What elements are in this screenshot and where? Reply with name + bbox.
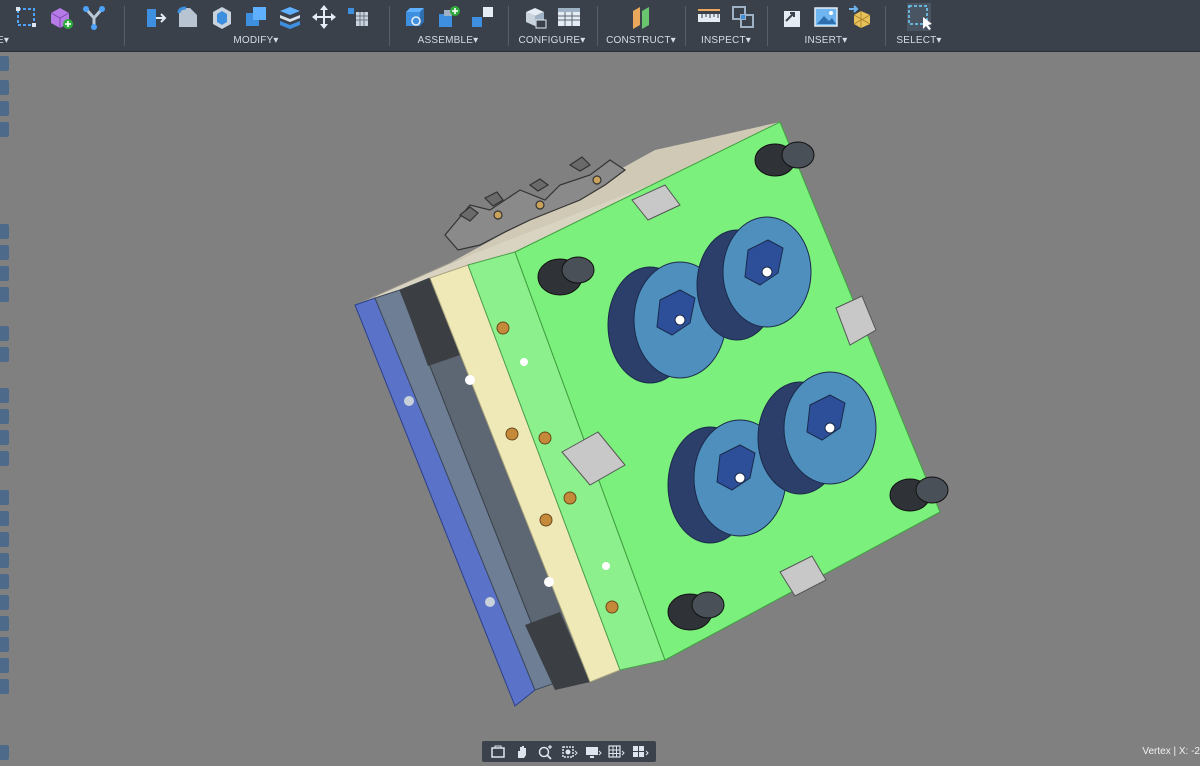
- 3d-viewport[interactable]: [10, 52, 1200, 766]
- shell-icon[interactable]: [208, 3, 236, 31]
- offset-plane-icon[interactable]: [627, 3, 655, 31]
- toolbar-separator: [885, 6, 886, 46]
- new-component-icon[interactable]: [400, 3, 428, 31]
- grid-icon[interactable]: [607, 744, 626, 760]
- browser-tab[interactable]: [0, 56, 9, 71]
- toolbar-separator: [389, 6, 390, 46]
- browser-tab[interactable]: [0, 388, 9, 403]
- browser-tab[interactable]: [0, 122, 9, 137]
- sketch-rectangle-icon[interactable]: [12, 3, 40, 31]
- toolbar-group-insert: INSERT▾: [771, 0, 881, 51]
- browser-tab[interactable]: [0, 616, 9, 631]
- fillet-icon[interactable]: [174, 3, 202, 31]
- configure-icon[interactable]: [521, 3, 549, 31]
- align-icon[interactable]: [344, 3, 372, 31]
- browser-tab[interactable]: [0, 745, 9, 760]
- create-form-icon[interactable]: [46, 3, 74, 31]
- browser-tab[interactable]: [0, 490, 9, 505]
- mold-assembly-model[interactable]: [10, 52, 1200, 766]
- toolbar-group-modify: MODIFY▾: [128, 0, 384, 51]
- browser-tab[interactable]: [0, 451, 9, 466]
- browser-tab[interactable]: [0, 101, 9, 116]
- toolbar-group-assemble: ASSEMBLE▾: [393, 0, 503, 51]
- select-menu[interactable]: SELECT▾: [889, 35, 949, 46]
- press-pull-icon[interactable]: [140, 3, 168, 31]
- browser-tab[interactable]: [0, 80, 9, 95]
- move-icon[interactable]: [310, 3, 338, 31]
- toolbar-separator: [508, 6, 509, 46]
- pan-icon[interactable]: [513, 744, 531, 760]
- toolbar-group-create: E▾: [0, 0, 120, 51]
- browser-tab[interactable]: [0, 224, 9, 239]
- assemble-menu[interactable]: ASSEMBLE▾: [393, 35, 503, 46]
- browser-tab[interactable]: [0, 658, 9, 673]
- toolbar-group-configure: CONFIGURE▾: [512, 0, 592, 51]
- browser-tab[interactable]: [0, 532, 9, 547]
- configure-menu[interactable]: CONFIGURE▾: [512, 35, 592, 46]
- toolbar-group-select: SELECT▾: [889, 0, 949, 51]
- browser-panel-edge: [0, 0, 10, 766]
- fit-icon[interactable]: [560, 744, 578, 760]
- browser-tab[interactable]: [0, 511, 9, 526]
- browser-tab[interactable]: [0, 409, 9, 424]
- split-body-icon[interactable]: [276, 3, 304, 31]
- browser-tab[interactable]: [0, 595, 9, 610]
- browser-tab[interactable]: [0, 245, 9, 260]
- measure-icon[interactable]: [695, 3, 723, 31]
- browser-tab[interactable]: [0, 553, 9, 568]
- insert-derive-icon[interactable]: [778, 3, 806, 31]
- inspect-menu[interactable]: INSPECT▾: [689, 35, 763, 46]
- browser-tab[interactable]: [0, 574, 9, 589]
- browser-tab[interactable]: [0, 326, 9, 341]
- insert-image-icon[interactable]: [812, 3, 840, 31]
- display-settings-icon[interactable]: [584, 744, 602, 760]
- viewports-icon[interactable]: [631, 744, 649, 760]
- insert-mesh-icon[interactable]: [846, 3, 874, 31]
- insert-menu[interactable]: INSERT▾: [771, 35, 881, 46]
- select-window-icon[interactable]: [905, 3, 933, 31]
- interference-icon[interactable]: [729, 3, 757, 31]
- orbit-icon[interactable]: [489, 744, 507, 760]
- toolbar-separator: [124, 6, 125, 46]
- zoom-icon[interactable]: [536, 744, 554, 760]
- toolbar-separator: [597, 6, 598, 46]
- browser-tab[interactable]: [0, 347, 9, 362]
- toolbar-separator: [767, 6, 768, 46]
- create-label[interactable]: E▾: [0, 35, 120, 46]
- construct-menu[interactable]: CONSTRUCT▾: [601, 35, 681, 46]
- modify-menu[interactable]: MODIFY▾: [128, 35, 384, 46]
- toolbar-group-construct: CONSTRUCT▾: [601, 0, 681, 51]
- browser-tab[interactable]: [0, 287, 9, 302]
- browser-tab[interactable]: [0, 637, 9, 652]
- browser-tab[interactable]: [0, 430, 9, 445]
- as-built-joint-icon[interactable]: [468, 3, 496, 31]
- browser-tab[interactable]: [0, 679, 9, 694]
- joint-icon[interactable]: [434, 3, 462, 31]
- toolbar-group-inspect: INSPECT▾: [689, 0, 763, 51]
- combine-icon[interactable]: [242, 3, 270, 31]
- toolbar: E▾ MODIFY▾ ASSEMBLE▾ CONFIGURE▾ CONSTRUC…: [0, 0, 1200, 52]
- table-icon[interactable]: [555, 3, 583, 31]
- toolbar-separator: [685, 6, 686, 46]
- browser-tab[interactable]: [0, 266, 9, 281]
- branch-icon[interactable]: [80, 3, 108, 31]
- navigation-bar: [482, 741, 656, 762]
- status-readout: Vertex | X: -2: [1142, 746, 1200, 757]
